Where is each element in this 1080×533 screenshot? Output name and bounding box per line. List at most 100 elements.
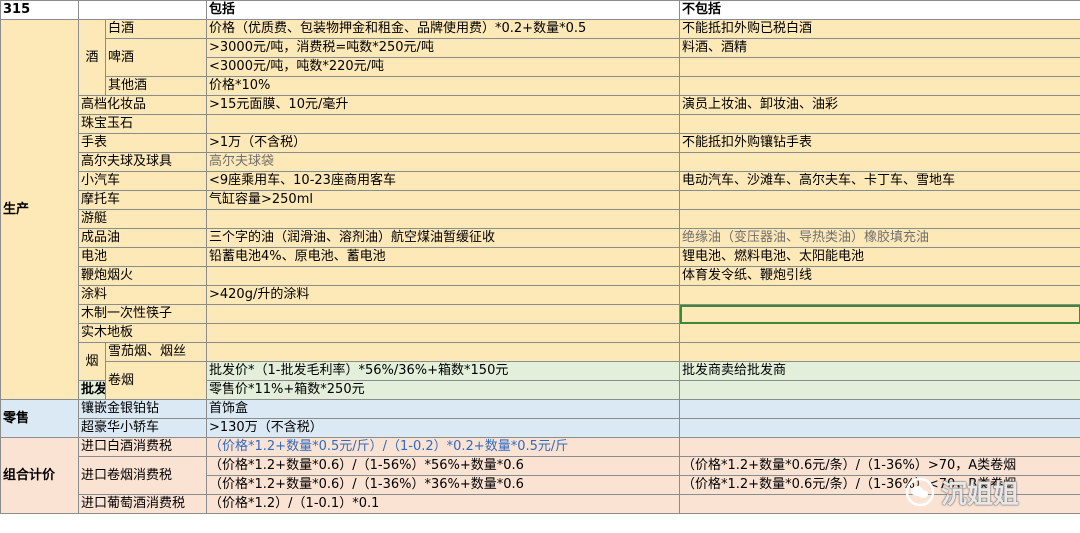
- table-row: 高档化妆品 >15元面膜、10元/毫升 演员上妆油、卸妆油、油彩: [1, 95, 1080, 115]
- row-include[interactable]: 批发价*（1-批发毛利率）*56%/36%+箱数*150元: [206, 361, 680, 381]
- row-item[interactable]: 游艇: [78, 209, 207, 229]
- section-wholesale[interactable]: 批发: [78, 380, 106, 400]
- row-include[interactable]: >3000元/吨，消费税=吨数*250元/吨: [206, 38, 680, 58]
- row-exclude[interactable]: 绝缘油（变压器油、导热类油）橡胶填充油: [679, 228, 1080, 248]
- row-exclude[interactable]: 批发商卖给批发商: [679, 361, 1080, 381]
- row-item[interactable]: 进口白酒消费税: [78, 437, 207, 457]
- row-exclude[interactable]: [679, 342, 1080, 362]
- row-exclude[interactable]: [679, 114, 1080, 134]
- row-exclude[interactable]: [679, 209, 1080, 229]
- row-item[interactable]: 摩托车: [78, 190, 207, 210]
- header-include[interactable]: 包括: [206, 0, 680, 20]
- row-item[interactable]: 手表: [78, 133, 207, 153]
- row-exclude[interactable]: 电动汽车、沙滩车、高尔夫车、卡丁车、雪地车: [679, 171, 1080, 191]
- row-include[interactable]: >15元面膜、10元/毫升: [206, 95, 680, 115]
- row-include[interactable]: 零售价*11%+箱数*250元: [206, 380, 680, 400]
- row-include[interactable]: 价格（优质费、包装物押金和租金、品牌使用费）*0.2+数量*0.5: [206, 19, 680, 39]
- table-header-row: 315 包括 不包括: [0, 0, 1080, 20]
- row-include[interactable]: 价格*10%: [206, 76, 680, 96]
- row-item[interactable]: 电池: [78, 247, 207, 267]
- row-item[interactable]: 高尔夫球及球具: [78, 152, 207, 172]
- selected-cell[interactable]: [679, 304, 1080, 324]
- row-item[interactable]: 成品油: [78, 228, 207, 248]
- row-exclude[interactable]: 不能抵扣外购已税白酒: [679, 19, 1080, 39]
- table-row: 涂料 >420g/升的涂料: [1, 285, 1080, 305]
- row-item[interactable]: 进口葡萄酒消费税: [78, 494, 207, 514]
- table-row: 超豪华小轿车 >130万（不含税）: [1, 418, 1080, 438]
- row-include[interactable]: <9座乘用车、10-23座商用客车: [206, 171, 680, 191]
- subgroup-liquor[interactable]: 酒: [78, 19, 106, 96]
- table-row: 高尔夫球及球具 高尔夫球袋: [1, 152, 1080, 172]
- row-exclude[interactable]: [679, 190, 1080, 210]
- section-production[interactable]: 生产: [0, 19, 79, 400]
- table-row: 游艇: [1, 209, 1080, 229]
- row-include[interactable]: >130万（不含税）: [206, 418, 680, 438]
- table-row: 其他酒 价格*10%: [1, 76, 1080, 96]
- row-exclude[interactable]: [679, 57, 1080, 77]
- row-exclude[interactable]: [679, 437, 1080, 457]
- row-item[interactable]: 其他酒: [105, 76, 207, 96]
- row-item[interactable]: 鞭炮烟火: [78, 266, 207, 286]
- row-exclude[interactable]: [679, 285, 1080, 305]
- row-include[interactable]: [206, 342, 680, 362]
- table-row: 摩托车 气缸容量>250ml: [1, 190, 1080, 210]
- table-row: 电池 铅蓄电池4%、原电池、蓄电池 锂电池、燃料电池、太阳能电池: [1, 247, 1080, 267]
- section-combined[interactable]: 组合计价: [0, 437, 79, 514]
- wechat-icon: [905, 477, 935, 507]
- table-row: 小汽车 <9座乘用车、10-23座商用客车 电动汽车、沙滩车、高尔夫车、卡丁车、…: [1, 171, 1080, 191]
- row-include[interactable]: [206, 323, 680, 343]
- row-item[interactable]: 实木地板: [78, 323, 207, 343]
- table-row: 成品油 三个字的油（润滑油、溶剂油）航空煤油暂缓征收 绝缘油（变压器油、导热类油…: [1, 228, 1080, 248]
- table-row: 手表 >1万（不含税） 不能抵扣外购镶钻手表: [1, 133, 1080, 153]
- row-exclude[interactable]: [679, 152, 1080, 172]
- row-exclude[interactable]: [679, 380, 1080, 400]
- row-item[interactable]: 涂料: [78, 285, 207, 305]
- section-retail[interactable]: 零售: [0, 399, 79, 438]
- row-exclude[interactable]: 料酒、酒精: [679, 38, 1080, 58]
- row-exclude[interactable]: [679, 76, 1080, 96]
- row-include[interactable]: [206, 304, 680, 324]
- row-include[interactable]: （价格*1.2）/（1-0.1）*0.1: [206, 494, 680, 514]
- row-item[interactable]: 超豪华小轿车: [78, 418, 207, 438]
- row-item[interactable]: 镶嵌金银铂钻: [78, 399, 207, 419]
- table-row: 组合计价 进口白酒消费税 （价格*1.2+数量*0.5元/斤）/（1-0.2）*…: [0, 437, 1080, 514]
- row-include[interactable]: [206, 209, 680, 229]
- row-include[interactable]: （价格*1.2+数量*0.6）/（1-36%）*36%+数量*0.6: [206, 475, 680, 495]
- row-exclude[interactable]: [679, 418, 1080, 438]
- row-include[interactable]: [206, 266, 680, 286]
- row-item[interactable]: 雪茄烟、烟丝: [105, 342, 207, 362]
- subgroup-tobacco[interactable]: 烟: [78, 342, 106, 381]
- row-exclude[interactable]: 锂电池、燃料电池、太阳能电池: [679, 247, 1080, 267]
- table-row: 零售 镶嵌金银铂钻 首饰盒: [0, 399, 1080, 438]
- row-item[interactable]: 白酒: [105, 19, 207, 39]
- table-row: 烟 雪茄烟、烟丝: [1, 342, 1080, 381]
- row-exclude[interactable]: 不能抵扣外购镶钻手表: [679, 133, 1080, 153]
- row-item[interactable]: 啤酒: [105, 38, 207, 77]
- row-include[interactable]: （价格*1.2+数量*0.6）/（1-56%）*56%+数量*0.6: [206, 456, 680, 476]
- row-exclude[interactable]: [679, 323, 1080, 343]
- row-item[interactable]: 卷烟: [105, 361, 207, 400]
- row-include[interactable]: 高尔夫球袋: [206, 152, 680, 172]
- row-include[interactable]: 气缸容量>250ml: [206, 190, 680, 210]
- row-exclude[interactable]: [679, 399, 1080, 419]
- row-item[interactable]: 木制一次性筷子: [78, 304, 207, 324]
- row-item[interactable]: 进口卷烟消费税: [78, 456, 207, 495]
- row-exclude[interactable]: 体育发令纸、鞭炮引线: [679, 266, 1080, 286]
- row-item[interactable]: 珠宝玉石: [78, 114, 207, 134]
- watermark: 沉姐姐: [905, 472, 1075, 512]
- row-item[interactable]: 高档化妆品: [78, 95, 207, 115]
- table-row: 卷烟 批发价*（1-批发毛利率）*56%/36%+箱数*150元 批发商卖给批发…: [1, 361, 1080, 400]
- row-include[interactable]: <3000元/吨，吨数*220元/吨: [206, 57, 680, 77]
- row-include[interactable]: [206, 114, 680, 134]
- row-include[interactable]: 铅蓄电池4%、原电池、蓄电池: [206, 247, 680, 267]
- header-label[interactable]: 315: [0, 0, 79, 20]
- row-include[interactable]: 三个字的油（润滑油、溶剂油）航空煤油暂缓征收: [206, 228, 680, 248]
- table-row: 鞭炮烟火 体育发令纸、鞭炮引线: [1, 266, 1080, 286]
- row-exclude[interactable]: 演员上妆油、卸妆油、油彩: [679, 95, 1080, 115]
- row-include[interactable]: >420g/升的涂料: [206, 285, 680, 305]
- row-include[interactable]: （价格*1.2+数量*0.5元/斤）/（1-0.2）*0.2+数量*0.5元/斤: [206, 437, 680, 457]
- row-include[interactable]: 首饰盒: [206, 399, 680, 419]
- row-item[interactable]: 小汽车: [78, 171, 207, 191]
- header-exclude[interactable]: 不包括: [679, 0, 1080, 20]
- row-include[interactable]: >1万（不含税）: [206, 133, 680, 153]
